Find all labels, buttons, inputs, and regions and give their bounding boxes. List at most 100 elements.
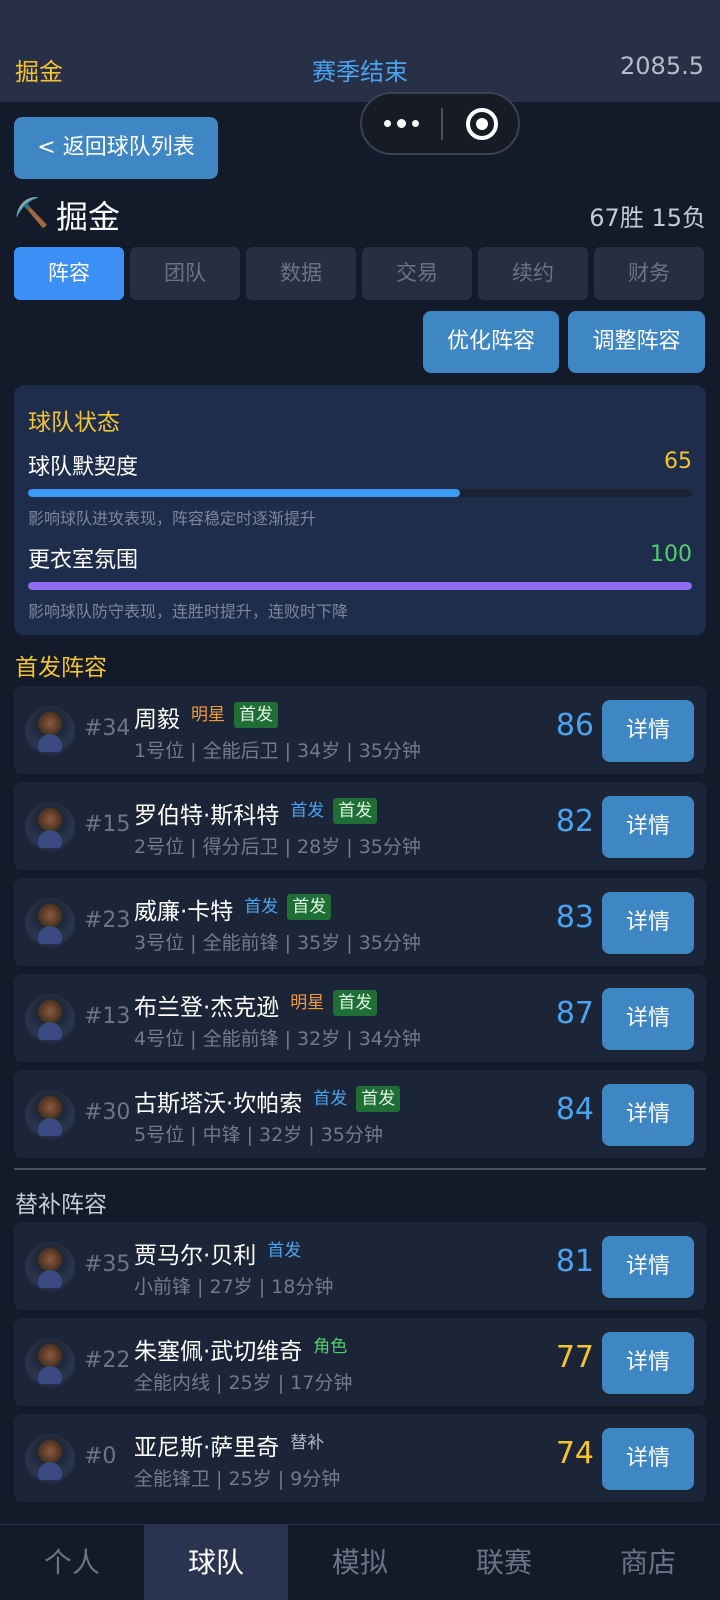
starter-badge: 首发 bbox=[333, 990, 378, 1016]
morale-label: 更衣室氛围 bbox=[28, 548, 139, 573]
back-to-team-list-button[interactable]: < 返回球队列表 bbox=[14, 117, 218, 179]
player-rating: 81 bbox=[555, 1244, 594, 1279]
player-number: #34 bbox=[84, 716, 131, 741]
tab-finance[interactable]: 财务 bbox=[594, 247, 704, 300]
player-detail-button[interactable]: 详情 bbox=[602, 1428, 694, 1490]
player-detail-button[interactable]: 详情 bbox=[602, 796, 694, 858]
starter-badge: 首发 bbox=[333, 798, 378, 824]
player-card: #13 布兰登·杰克逊 明星 首发 4号位 | 全能前锋 | 32岁 | 34分… bbox=[14, 974, 706, 1062]
player-avatar bbox=[25, 802, 75, 852]
nav-shop[interactable]: 商店 bbox=[576, 1525, 720, 1600]
player-info: 2号位 | 得分后卫 | 28岁 | 35分钟 bbox=[134, 836, 421, 858]
player-card: #15 罗伯特·斯科特 首发 首发 2号位 | 得分后卫 | 28岁 | 35分… bbox=[14, 782, 706, 870]
player-name: 贾马尔·贝利 bbox=[134, 1243, 257, 1269]
player-info: 1号位 | 全能后卫 | 34岁 | 35分钟 bbox=[134, 740, 421, 762]
player-avatar bbox=[25, 1090, 75, 1140]
player-rating: 83 bbox=[555, 900, 594, 935]
player-info: 3号位 | 全能前锋 | 35岁 | 35分钟 bbox=[134, 932, 421, 954]
starters-title: 首发阵容 bbox=[15, 655, 107, 681]
player-avatar bbox=[25, 1242, 75, 1292]
player-name: 罗伯特·斯科特 bbox=[134, 803, 280, 829]
player-tag: 首发 bbox=[267, 1241, 302, 1261]
close-miniprogram-icon[interactable] bbox=[466, 108, 498, 140]
player-info: 4号位 | 全能前锋 | 32岁 | 34分钟 bbox=[134, 1028, 421, 1050]
player-number: #30 bbox=[84, 1100, 131, 1125]
player-detail-button[interactable]: 详情 bbox=[602, 892, 694, 954]
bottom-nav: 个人 球队 模拟 联赛 商店 bbox=[0, 1524, 720, 1600]
player-tag: 首发 bbox=[313, 1089, 348, 1109]
player-rating: 84 bbox=[555, 1092, 594, 1127]
morale-desc: 影响球队防守表现，连胜时提升，连败时下降 bbox=[28, 602, 349, 621]
player-card: #22 朱塞佩·武切维奇 角色 全能内线 | 25岁 | 17分钟 77 详情 bbox=[14, 1318, 706, 1406]
player-name: 布兰登·杰克逊 bbox=[134, 995, 280, 1021]
player-avatar bbox=[25, 1338, 75, 1388]
player-tag: 明星 bbox=[290, 993, 325, 1013]
roster-divider bbox=[14, 1168, 706, 1170]
chemistry-label: 球队默契度 bbox=[28, 455, 139, 480]
player-detail-button[interactable]: 详情 bbox=[602, 988, 694, 1050]
team-name: 掘金 bbox=[56, 198, 121, 236]
morale-bar-fill bbox=[28, 582, 692, 590]
player-tag: 替补 bbox=[290, 1433, 325, 1453]
starter-badge: 首发 bbox=[356, 1086, 401, 1112]
player-info: 5号位 | 中锋 | 32岁 | 35分钟 bbox=[134, 1124, 383, 1146]
season-status: 赛季结束 bbox=[312, 58, 408, 86]
player-rating: 74 bbox=[555, 1436, 594, 1471]
capsule-divider bbox=[441, 108, 443, 140]
chemistry-desc: 影响球队进攻表现，阵容稳定时逐渐提升 bbox=[28, 509, 317, 528]
team-header: ⛏️ 掘金 67胜 15负 bbox=[14, 192, 706, 236]
player-name: 朱塞佩·武切维奇 bbox=[134, 1339, 303, 1365]
player-avatar bbox=[25, 898, 75, 948]
player-name: 周毅 bbox=[134, 707, 180, 733]
morale-value: 100 bbox=[650, 542, 692, 567]
player-card: #35 贾马尔·贝利 首发 小前锋 | 27岁 | 18分钟 81 详情 bbox=[14, 1222, 706, 1310]
chemistry-value: 65 bbox=[664, 449, 692, 474]
player-number: #35 bbox=[84, 1252, 131, 1277]
starter-badge: 首发 bbox=[287, 894, 332, 920]
player-info: 小前锋 | 27岁 | 18分钟 bbox=[134, 1276, 334, 1298]
player-card: #34 周毅 明星 首发 1号位 | 全能后卫 | 34岁 | 35分钟 86 … bbox=[14, 686, 706, 774]
player-name: 亚尼斯·萨里奇 bbox=[134, 1435, 280, 1461]
player-info: 全能锋卫 | 25岁 | 9分钟 bbox=[134, 1468, 341, 1490]
tab-roster[interactable]: 阵容 bbox=[14, 247, 124, 300]
player-number: #13 bbox=[84, 1004, 131, 1029]
tab-contract[interactable]: 续约 bbox=[478, 247, 588, 300]
player-number: #15 bbox=[84, 812, 131, 837]
pickaxe-icon: ⛏️ bbox=[14, 196, 49, 229]
player-number: #0 bbox=[84, 1444, 117, 1469]
team-tabs: 阵容 团队 数据 交易 续约 财务 bbox=[14, 247, 706, 300]
starter-badge: 首发 bbox=[233, 702, 278, 728]
tab-trade[interactable]: 交易 bbox=[362, 247, 472, 300]
player-detail-button[interactable]: 详情 bbox=[602, 1236, 694, 1298]
chemistry-bar-fill bbox=[28, 489, 460, 497]
player-name: 威廉·卡特 bbox=[134, 899, 234, 925]
currency-balance: 2085.5 bbox=[620, 52, 704, 80]
nav-league[interactable]: 联赛 bbox=[432, 1525, 576, 1600]
nav-simulate[interactable]: 模拟 bbox=[288, 1525, 432, 1600]
player-name: 古斯塔沃·坎帕索 bbox=[134, 1091, 303, 1117]
team-status-card: 球队状态 球队默契度 65 影响球队进攻表现，阵容稳定时逐渐提升 更衣室氛围 1… bbox=[14, 385, 706, 635]
nav-team[interactable]: 球队 bbox=[144, 1525, 288, 1600]
player-detail-button[interactable]: 详情 bbox=[602, 700, 694, 762]
player-card: #30 古斯塔沃·坎帕索 首发 首发 5号位 | 中锋 | 32岁 | 35分钟… bbox=[14, 1070, 706, 1158]
player-tag: 首发 bbox=[244, 897, 279, 917]
more-icon[interactable] bbox=[382, 112, 422, 136]
player-rating: 86 bbox=[555, 708, 594, 743]
chemistry-bar bbox=[28, 489, 692, 497]
player-number: #22 bbox=[84, 1348, 131, 1373]
player-detail-button[interactable]: 详情 bbox=[602, 1332, 694, 1394]
adjust-roster-button[interactable]: 调整阵容 bbox=[568, 311, 705, 373]
player-avatar bbox=[25, 1434, 75, 1484]
nav-personal[interactable]: 个人 bbox=[0, 1525, 144, 1600]
player-rating: 82 bbox=[555, 804, 594, 839]
optimize-roster-button[interactable]: 优化阵容 bbox=[423, 311, 559, 373]
player-number: #23 bbox=[84, 908, 131, 933]
status-title: 球队状态 bbox=[28, 410, 120, 436]
status-header: 掘金 赛季结束 2085.5 bbox=[0, 0, 720, 102]
player-tag: 首发 bbox=[290, 801, 325, 821]
player-rating: 77 bbox=[555, 1340, 594, 1375]
player-detail-button[interactable]: 详情 bbox=[602, 1084, 694, 1146]
tab-team[interactable]: 团队 bbox=[130, 247, 240, 300]
tab-stats[interactable]: 数据 bbox=[246, 247, 356, 300]
player-info: 全能内线 | 25岁 | 17分钟 bbox=[134, 1372, 353, 1394]
